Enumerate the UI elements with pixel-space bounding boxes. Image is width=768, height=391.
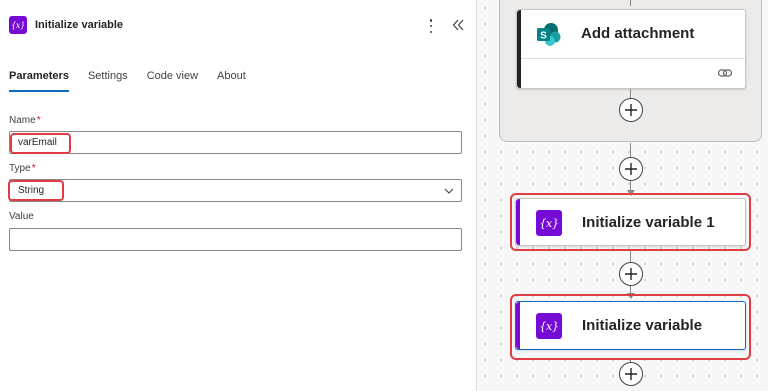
action-card-add-attachment[interactable]: S Add attachment bbox=[516, 9, 746, 89]
panel-tabs: Parameters Settings Code view About bbox=[9, 70, 265, 92]
card-title: Initialize variable bbox=[582, 317, 703, 334]
add-action-button[interactable] bbox=[619, 262, 643, 286]
variable-icon: {x} bbox=[9, 16, 27, 34]
add-action-button[interactable] bbox=[619, 362, 643, 386]
svg-text:S: S bbox=[540, 31, 547, 42]
variable-icon: {x} bbox=[536, 210, 562, 236]
arrow-down-icon bbox=[627, 293, 635, 299]
more-options-icon[interactable] bbox=[426, 18, 436, 34]
name-input-value: varEmail bbox=[18, 137, 57, 148]
flow-canvas: S Add attachment {x} Initialize variable… bbox=[477, 0, 768, 391]
required-marker: * bbox=[31, 163, 36, 174]
variable-icon: {x} bbox=[536, 313, 562, 339]
add-action-button[interactable] bbox=[619, 157, 643, 181]
value-label-text: Value bbox=[9, 211, 34, 222]
required-marker: * bbox=[36, 115, 41, 126]
type-label: Type* bbox=[9, 163, 36, 174]
chevron-down-icon bbox=[444, 188, 454, 194]
collapse-panel-icon[interactable] bbox=[451, 17, 465, 33]
panel-header: {x} Initialize variable bbox=[9, 14, 123, 36]
tab-about[interactable]: About bbox=[217, 70, 246, 90]
card-title: Initialize variable 1 bbox=[582, 214, 715, 231]
tab-code-view[interactable]: Code view bbox=[147, 70, 198, 90]
value-input[interactable] bbox=[9, 228, 462, 251]
type-label-text: Type bbox=[9, 163, 31, 174]
tab-settings[interactable]: Settings bbox=[88, 70, 128, 90]
tab-parameters[interactable]: Parameters bbox=[9, 70, 69, 92]
action-card-initialize-variable[interactable]: {x} Initialize variable bbox=[515, 301, 746, 350]
card-accent-bar bbox=[516, 302, 520, 349]
card-divider bbox=[521, 58, 745, 59]
plus-icon bbox=[625, 104, 637, 116]
panel-title: Initialize variable bbox=[35, 19, 124, 31]
link-icon[interactable] bbox=[717, 67, 733, 79]
name-input[interactable]: varEmail bbox=[9, 131, 462, 154]
plus-icon bbox=[625, 368, 637, 380]
connector-line bbox=[630, 143, 631, 157]
plus-icon bbox=[625, 268, 637, 280]
arrow-down-icon bbox=[627, 190, 635, 196]
card-accent-bar bbox=[517, 10, 521, 88]
type-dropdown[interactable]: String bbox=[9, 179, 462, 202]
action-config-panel: {x} Initialize variable Parameters Setti… bbox=[0, 0, 477, 391]
designer-window: {x} Initialize variable Parameters Setti… bbox=[0, 0, 768, 391]
sharepoint-icon: S bbox=[537, 23, 561, 46]
type-dropdown-value: String bbox=[18, 185, 45, 196]
card-title: Add attachment bbox=[581, 25, 695, 42]
action-card-initialize-variable-1[interactable]: {x} Initialize variable 1 bbox=[515, 198, 746, 246]
connector-line bbox=[630, 0, 631, 6]
value-label: Value bbox=[9, 211, 34, 222]
connector-line bbox=[630, 89, 631, 98]
add-action-button[interactable] bbox=[619, 98, 643, 122]
name-label-text: Name bbox=[9, 115, 36, 126]
plus-icon bbox=[625, 163, 637, 175]
connector-line bbox=[630, 251, 631, 262]
name-label: Name* bbox=[9, 115, 41, 126]
card-accent-bar bbox=[516, 199, 520, 245]
